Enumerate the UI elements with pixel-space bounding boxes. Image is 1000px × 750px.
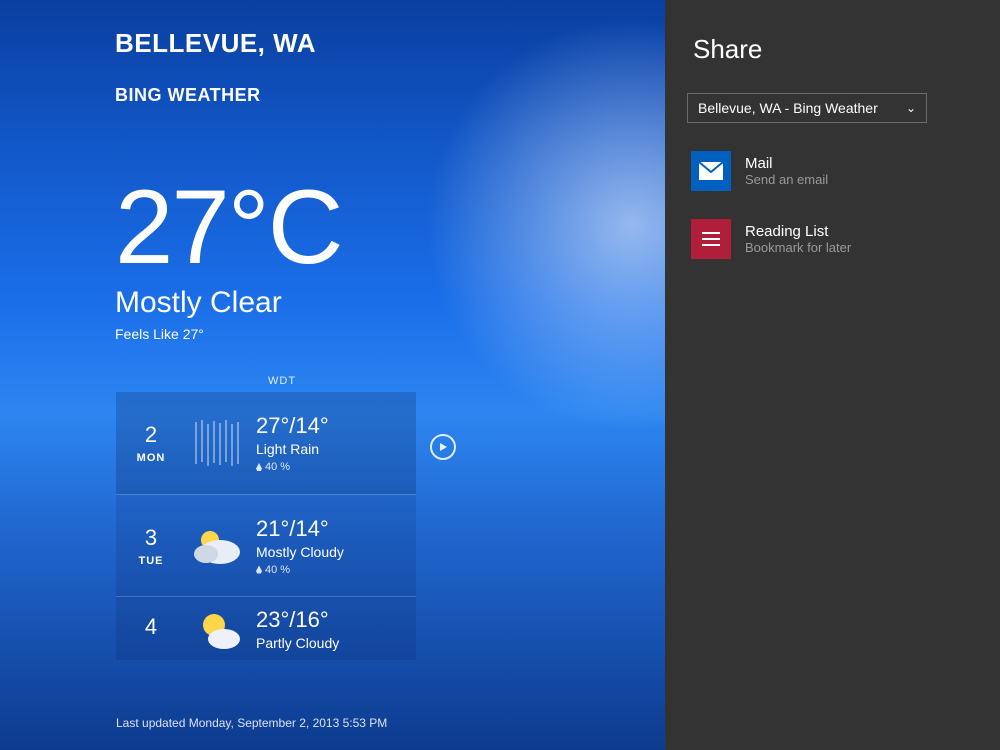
- forecast-row[interactable]: 3 TUE 21°/14° Mostly Cloudy 40 %: [116, 494, 416, 596]
- forecast-text: 23°/16° Partly Cloudy: [252, 607, 410, 651]
- forecast-row[interactable]: 2 MON 27°/14° Light Rain: [116, 392, 416, 494]
- share-target-title: Reading List: [745, 223, 851, 240]
- share-target-reading-list[interactable]: Reading List Bookmark for later: [687, 213, 978, 265]
- raindrop-icon: [256, 566, 262, 574]
- current-conditions: 27°C Mostly Clear Feels Like 27°: [115, 175, 342, 342]
- forecast-day: 4: [122, 614, 180, 644]
- partly-cloudy-icon: [180, 599, 252, 659]
- forecast-hilo: 23°/16°: [256, 607, 410, 633]
- share-context-label: Bellevue, WA - Bing Weather: [698, 100, 878, 116]
- forecast-condition: Partly Cloudy: [256, 635, 410, 651]
- reading-list-icon: [691, 219, 731, 259]
- forecast-text: 21°/14° Mostly Cloudy 40 %: [252, 516, 410, 576]
- data-provider-label: WDT: [268, 375, 296, 387]
- forecast-condition: Mostly Cloudy: [256, 544, 410, 560]
- forecast-daynum: 4: [122, 614, 180, 640]
- forecast-dayname: TUE: [122, 555, 180, 567]
- current-temperature: 27°C: [115, 175, 342, 280]
- location-title: BELLEVUE, WA: [115, 28, 316, 59]
- forecast-pop: 40 %: [256, 564, 410, 576]
- forecast-list: 2 MON 27°/14° Light Rain: [116, 392, 416, 660]
- share-target-subtitle: Bookmark for later: [745, 240, 851, 255]
- share-context-dropdown[interactable]: Bellevue, WA - Bing Weather ⌄: [687, 93, 927, 123]
- chevron-down-icon: ⌄: [906, 101, 916, 115]
- forecast-row[interactable]: 4 23°/16° Partly Cloudy: [116, 596, 416, 660]
- forecast-scroll-button[interactable]: [430, 434, 456, 460]
- feels-like: Feels Like 27°: [115, 326, 342, 342]
- share-target-text: Reading List Bookmark for later: [745, 223, 851, 255]
- share-target-subtitle: Send an email: [745, 172, 828, 187]
- forecast-dayname: MON: [122, 452, 180, 464]
- current-condition: Mostly Clear: [115, 286, 342, 320]
- forecast-daynum: 2: [122, 422, 180, 448]
- forecast-condition: Light Rain: [256, 441, 410, 457]
- share-target-mail[interactable]: Mail Send an email: [687, 145, 978, 197]
- share-target-text: Mail Send an email: [745, 155, 828, 187]
- share-target-title: Mail: [745, 155, 828, 172]
- last-updated: Last updated Monday, September 2, 2013 5…: [116, 716, 387, 730]
- forecast-day: 3 TUE: [122, 525, 180, 567]
- app-name: BING WEATHER: [115, 85, 261, 106]
- forecast-text: 27°/14° Light Rain 40 %: [252, 413, 410, 473]
- forecast-day: 2 MON: [122, 422, 180, 464]
- rain-icon: [180, 413, 252, 473]
- raindrop-icon: [256, 463, 262, 471]
- forecast-pop: 40 %: [256, 461, 410, 473]
- forecast-hilo: 21°/14°: [256, 516, 410, 542]
- mail-icon: [691, 151, 731, 191]
- share-pane: Share Bellevue, WA - Bing Weather ⌄ Mail…: [665, 0, 1000, 750]
- forecast-daynum: 3: [122, 525, 180, 551]
- forecast-hilo: 27°/14°: [256, 413, 410, 439]
- share-title: Share: [693, 34, 978, 65]
- weather-pane: BELLEVUE, WA BING WEATHER 27°C Mostly Cl…: [0, 0, 665, 750]
- mostly-cloudy-icon: [180, 516, 252, 576]
